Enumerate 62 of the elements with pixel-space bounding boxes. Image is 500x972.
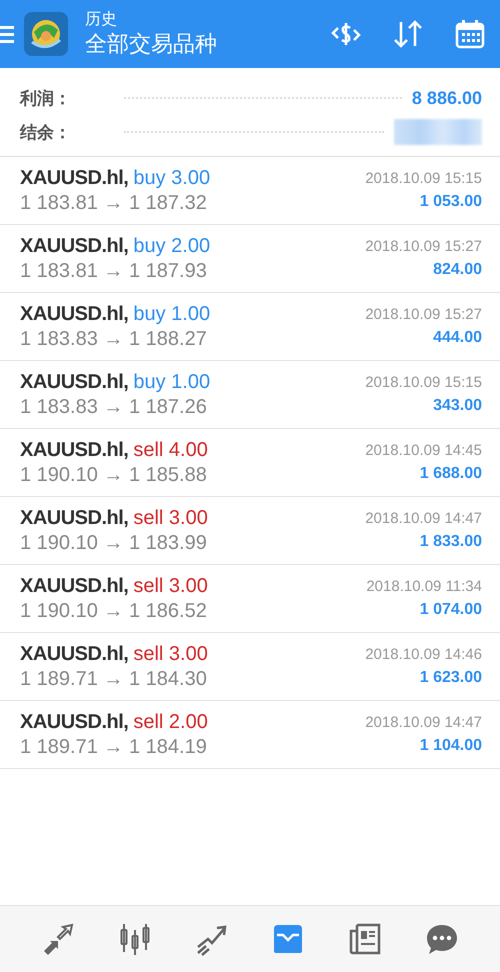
- trade-row[interactable]: XAUUSD.hl, buy 1.00 1 183.83 → 1 187.26 2018.10.09 15:15 343.00: [0, 361, 500, 429]
- trade-prices: 1 189.71 → 1 184.19: [20, 735, 208, 759]
- trade-profit: 1 074.00: [420, 600, 482, 620]
- trade-order: buy 2.00: [133, 235, 210, 257]
- trade-profit: 1 688.00: [420, 464, 482, 484]
- sort-icon[interactable]: [392, 18, 424, 50]
- trade-profit: 1 104.00: [420, 736, 482, 756]
- screen-title: 历史: [85, 10, 118, 30]
- calendar-icon[interactable]: [454, 18, 486, 50]
- trade-row[interactable]: XAUUSD.hl, sell 4.00 1 190.10 → 1 185.88 2018.10.09 14:45 1 688.00: [0, 429, 500, 497]
- trade-order: buy 1.00: [133, 371, 210, 393]
- trade-order: buy 1.00: [133, 303, 210, 325]
- trade-row[interactable]: XAUUSD.hl, sell 2.00 1 189.71 → 1 184.19 2018.10.09 14:47 1 104.00: [0, 701, 500, 769]
- app-logo-icon: [24, 12, 68, 56]
- trade-order: sell 3.00: [133, 643, 208, 665]
- trade-time: 2018.10.09 11:34: [366, 577, 482, 597]
- trade-profit: 343.00: [433, 396, 482, 416]
- trade-time: 2018.10.09 14:45: [365, 441, 482, 461]
- trade-prices: 1 190.10 → 1 186.52: [20, 599, 208, 623]
- trade-prices: 1 183.83 → 1 187.26: [20, 395, 208, 419]
- trade-order: buy 3.00: [133, 167, 210, 189]
- trade-row[interactable]: XAUUSD.hl, buy 2.00 1 183.81 → 1 187.93 2018.10.09 15:27 824.00: [0, 225, 500, 293]
- trade-symbol: XAUUSD.hl,: [20, 303, 128, 325]
- menu-icon[interactable]: [0, 24, 14, 44]
- trade-profit: 1 833.00: [420, 532, 482, 552]
- trade-symbol: XAUUSD.hl,: [20, 235, 128, 257]
- summary-label: 结余：: [20, 122, 72, 144]
- trade-time: 2018.10.09 14:47: [365, 509, 482, 529]
- trade-prices: 1 190.10 → 1 185.88: [20, 463, 208, 487]
- trade-time: 2018.10.09 15:27: [365, 305, 482, 325]
- trade-symbol: XAUUSD.hl,: [20, 575, 128, 597]
- trade-time: 2018.10.09 15:15: [365, 373, 482, 393]
- trade-time: 2018.10.09 14:47: [365, 713, 482, 733]
- trade-order: sell 3.00: [133, 575, 208, 597]
- trade-time: 2018.10.09 15:15: [365, 169, 482, 189]
- trade-symbol: XAUUSD.hl,: [20, 439, 128, 461]
- trade-symbol: XAUUSD.hl,: [20, 507, 128, 529]
- trade-prices: 1 190.10 → 1 183.99: [20, 531, 208, 555]
- trade-row[interactable]: XAUUSD.hl, buy 3.00 1 183.81 → 1 187.32 2018.10.09 15:15 1 053.00: [0, 157, 500, 225]
- trade-symbol: XAUUSD.hl,: [20, 643, 128, 665]
- trade-order: sell 3.00: [133, 507, 208, 529]
- trade-prices: 1 183.83 → 1 188.27: [20, 327, 208, 351]
- summary-value: 8 886.00: [412, 88, 482, 108]
- trade-profit: 824.00: [433, 260, 482, 280]
- trade-profit: 444.00: [433, 328, 482, 348]
- trade-symbol: XAUUSD.hl,: [20, 167, 128, 189]
- trade-time: 2018.10.09 15:27: [365, 237, 482, 257]
- trade-prices: 1 189.71 → 1 184.30: [20, 667, 208, 691]
- trade-profit: 1 623.00: [420, 668, 482, 688]
- trade-symbol: XAUUSD.hl,: [20, 711, 128, 733]
- summary-label: 利润：: [20, 88, 72, 110]
- trade-symbol: XAUUSD.hl,: [20, 371, 128, 393]
- trade-prices: 1 183.81 → 1 187.32: [20, 191, 208, 215]
- trade-order: sell 4.00: [133, 439, 208, 461]
- trade-order: sell 2.00: [133, 711, 208, 733]
- trade-row[interactable]: XAUUSD.hl, sell 3.00 1 190.10 → 1 186.52 2018.10.09 11:34 1 074.00: [0, 565, 500, 633]
- trade-time: 2018.10.09 14:46: [365, 645, 482, 665]
- trade-row[interactable]: XAUUSD.hl, buy 1.00 1 183.83 → 1 188.27 2018.10.09 15:27 444.00: [0, 293, 500, 361]
- trade-row[interactable]: XAUUSD.hl, sell 3.00 1 189.71 → 1 184.30 2018.10.09 14:46 1 623.00: [0, 633, 500, 701]
- trade-prices: 1 183.81 → 1 187.93: [20, 259, 208, 283]
- trade-row[interactable]: XAUUSD.hl, sell 3.00 1 190.10 → 1 183.99 2018.10.09 14:47 1 833.00: [0, 497, 500, 565]
- trade-profit: 1 053.00: [420, 192, 482, 212]
